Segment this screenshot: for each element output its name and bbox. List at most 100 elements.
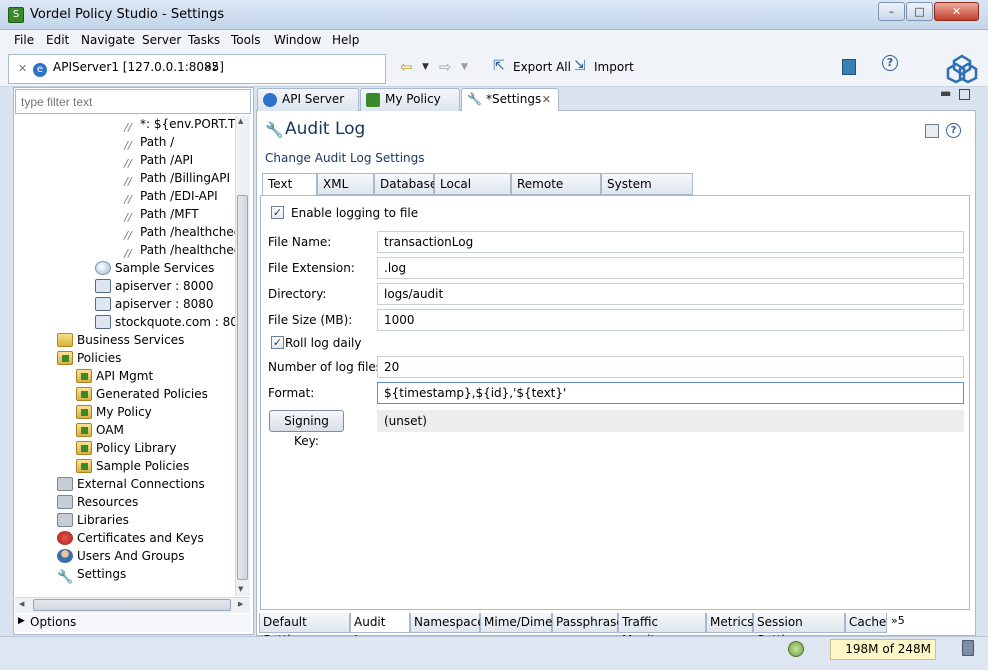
wrench-icon: 🔧 [57,570,74,585]
tab-default-settings[interactable]: Default Settings [259,613,350,647]
export-all-button[interactable]: Export All [513,60,571,74]
tab-xml-file[interactable]: XML File [317,173,374,211]
menu-help[interactable]: Help [332,33,359,47]
tree-item[interactable]: //Path /healthcheck- [120,241,235,260]
close-tab-icon[interactable]: ✕ [542,89,551,110]
signing-key-button[interactable]: Signing Key: [269,410,344,448]
options-section[interactable]: ▶ Options [15,614,251,632]
tree-item[interactable]: stockquote.com : 80 [95,313,235,331]
back-arrow-icon[interactable]: ⇦ [400,58,413,76]
menu-edit[interactable]: Edit [46,33,69,47]
tab-namespace[interactable]: Namespace [410,613,485,633]
tree-item[interactable]: apiserver : 8000 [95,277,214,295]
tree-item[interactable]: My Policy [76,403,152,421]
file-name-field[interactable]: transactionLog [377,231,964,253]
maximize-view-icon[interactable] [959,89,970,100]
tree-item[interactable]: //Path /API [120,151,193,170]
globe-icon [95,261,111,275]
tree-item[interactable]: Libraries [57,511,129,529]
tree-item[interactable]: Policies [57,349,121,367]
menu-window[interactable]: Window [274,33,321,47]
tab-local-syslog[interactable]: Local Syslog [434,173,511,211]
maximize-button[interactable]: □ [906,2,933,21]
trash-icon[interactable] [962,640,974,656]
import-button[interactable]: Import [594,60,634,74]
tab-metrics[interactable]: Metrics [706,613,754,633]
forward-dropdown-icon[interactable]: ▼ [461,62,468,72]
back-dropdown-icon[interactable]: ▼ [422,62,429,72]
menu-tasks[interactable]: Tasks [188,33,220,47]
file-extension-field[interactable]: .log [377,257,964,279]
menu-file[interactable]: File [14,33,34,47]
tree-horizontal-scroll-thumb[interactable] [33,599,231,611]
tree-item-label: Generated Policies [96,387,208,401]
tree-item[interactable]: //Path /BillingAPI [120,169,230,188]
file-extension-label: File Extension: [268,261,355,275]
tree-item[interactable]: Users And Groups [57,547,184,565]
tree-item[interactable]: //Path /MFT [120,205,198,224]
computer-icon [95,297,111,311]
options-label: Options [30,615,77,629]
tree-item[interactable]: //Path /healthcheck [120,223,235,242]
deploy-icon[interactable] [842,59,856,75]
export-icon[interactable]: ⇱ [493,58,505,74]
directory-field[interactable]: logs/audit [377,283,964,305]
page-subtitle: Change Audit Log Settings [265,151,425,165]
tree-vertical-scroll-thumb[interactable] [237,195,248,580]
tab-database[interactable]: Database [374,173,437,195]
tab-passphrase[interactable]: Passphrase [552,613,624,633]
import-icon[interactable]: ⇲ [574,58,586,74]
scroll-down-icon[interactable]: ▼ [238,585,243,593]
tree-item[interactable]: API Mgmt [76,367,153,385]
tab-system-console[interactable]: System Console [601,173,693,211]
scroll-right-icon[interactable]: ▶ [238,600,243,608]
tab-label: *Settings [486,92,542,106]
tab-audit-log[interactable]: Audit Log [350,613,410,647]
roll-log-daily-checkbox[interactable]: ✓ [271,336,284,349]
tab-traffic-monitor[interactable]: Traffic Monitor [618,613,706,647]
tree-item[interactable]: Sample Services [95,259,214,277]
file-size-field[interactable]: 1000 [377,309,964,331]
menu-navigate[interactable]: Navigate [81,33,135,47]
tab-my-policy[interactable]: My Policy [360,88,460,111]
tab-mime-dime[interactable]: Mime/Dime [480,613,552,633]
tree-item[interactable]: //Path / [120,133,174,152]
scroll-up-icon[interactable]: ▲ [238,117,243,125]
tab-cache[interactable]: Cache [845,613,887,633]
filter-input[interactable] [15,89,251,114]
help-icon[interactable]: ? [882,55,898,71]
tree-item[interactable]: Resources [57,493,138,511]
tab-api-server[interactable]: API Server [257,88,359,111]
tab-session-settings[interactable]: Session Settings [753,613,845,647]
disconnect-icon[interactable]: ✕ [18,62,27,75]
format-field[interactable]: ${timestamp},${id},'${text}' [377,382,964,404]
tree-item[interactable]: Sample Policies [76,457,189,475]
tree-item[interactable]: Business Services [57,331,184,349]
tree-item[interactable]: OAM [76,421,124,439]
tab-settings[interactable]: 🔧 *Settings ✕ [461,88,559,112]
tree-item[interactable]: //*: ${env.PORT.TRA [120,116,235,134]
enable-logging-checkbox[interactable]: ✓ [271,206,284,219]
menu-server[interactable]: Server [142,33,181,47]
server-overflow[interactable]: »2 [205,60,219,73]
forward-arrow-icon[interactable]: ⇨ [439,58,452,76]
menu-tools[interactable]: Tools [231,33,261,47]
save-icon[interactable] [925,124,939,138]
close-button[interactable]: ✕ [934,2,979,21]
expand-arrow-icon[interactable]: ▶ [18,616,25,626]
tree-item[interactable]: External Connections [57,475,205,493]
tree-item[interactable]: Policy Library [76,439,176,457]
scroll-left-icon[interactable]: ◀ [19,600,24,608]
tab-remote-syslog[interactable]: Remote Syslog [511,173,601,211]
tree-item[interactable]: //Path /EDI-API [120,187,217,206]
minimize-button[interactable]: – [878,2,905,21]
tree-item[interactable]: apiserver : 8080 [95,295,214,313]
more-tabs-button[interactable]: »5 [891,614,905,627]
number-of-log-files-field[interactable]: 20 [377,356,964,378]
minimize-view-icon[interactable]: ▬ [940,86,951,100]
help-icon[interactable]: ? [946,123,961,138]
tree-item[interactable]: Generated Policies [76,385,208,403]
tree-item[interactable]: 🔧 Settings [57,565,126,585]
tree-item[interactable]: Certificates and Keys [57,529,204,547]
tab-text-file[interactable]: Text File [262,173,317,211]
